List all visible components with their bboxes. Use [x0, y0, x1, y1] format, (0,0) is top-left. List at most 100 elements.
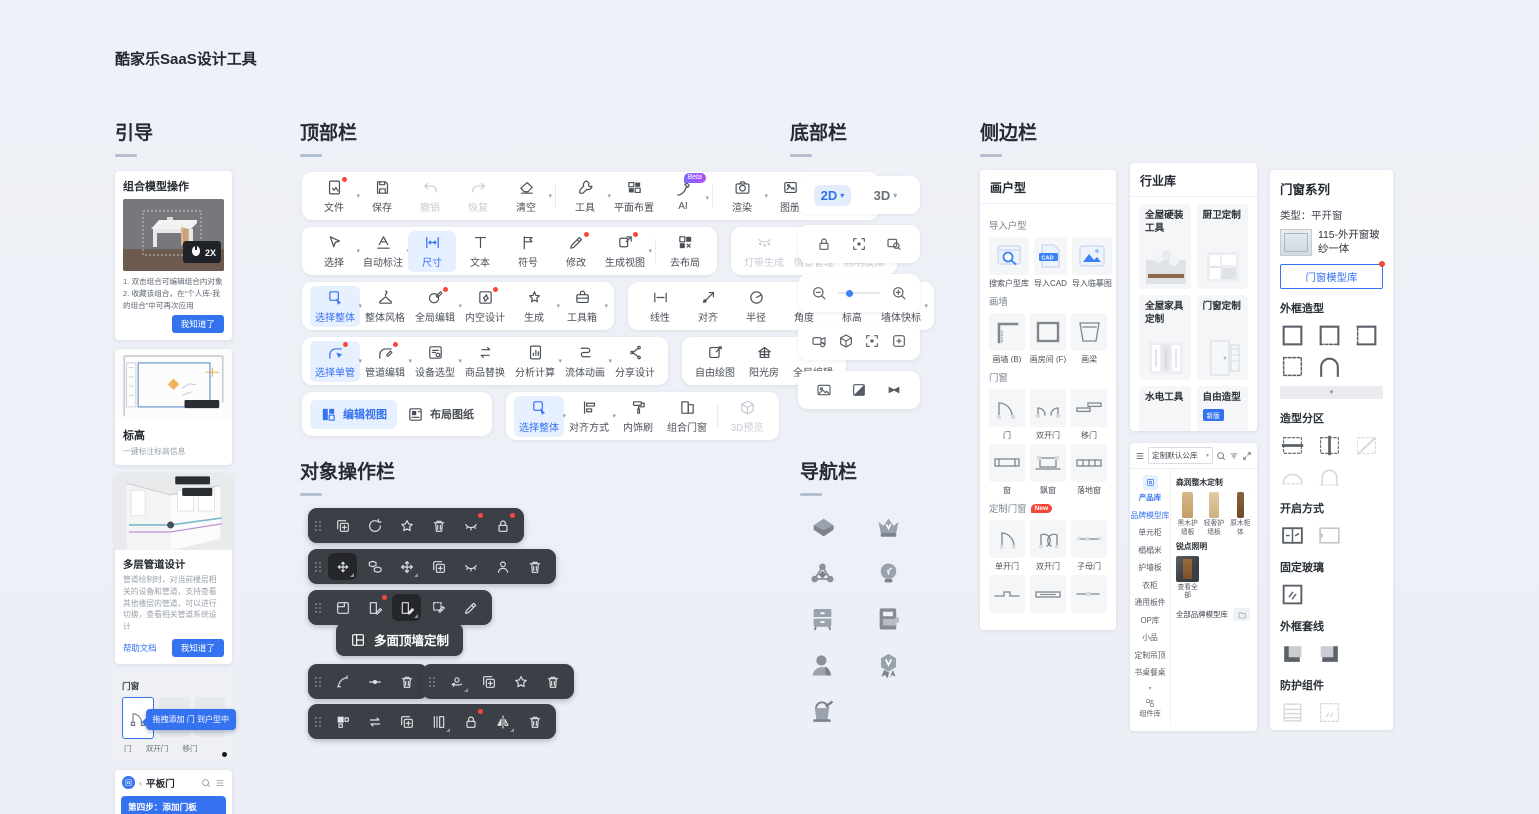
d-arc-shape-option[interactable]	[1280, 464, 1305, 489]
view-mode-2d[interactable]: 2D▾	[814, 185, 852, 206]
f-arch-shape-option[interactable]	[1317, 354, 1342, 379]
library-item[interactable]: 原木柜体	[1229, 492, 1252, 538]
f-solid-shape-option[interactable]	[1280, 323, 1305, 348]
copyplus-button[interactable]	[328, 512, 357, 539]
drag-handle-icon[interactable]	[315, 562, 321, 572]
tile-beam[interactable]: 画梁	[1071, 313, 1107, 363]
delayout-button[interactable]: 去布局	[661, 231, 709, 272]
expand-icon[interactable]	[1242, 451, 1252, 461]
ai-button[interactable]: BetaAI▾	[659, 178, 707, 215]
product-library-tab[interactable]: 产品库	[1139, 475, 1161, 503]
vip-crown-icon[interactable]	[873, 512, 904, 543]
symbol-button[interactable]: 符号	[504, 231, 552, 272]
camera-button[interactable]: 渲染▾	[718, 176, 766, 217]
cubegroup-button[interactable]	[360, 553, 389, 580]
all-brand-models-row[interactable]: 全部品牌模型库	[1176, 608, 1252, 621]
camgear-icon[interactable]	[811, 333, 827, 349]
pencil-button[interactable]	[456, 594, 485, 621]
industry-card[interactable]: 水电工具	[1139, 386, 1191, 431]
library-category[interactable]: 衣柜	[1142, 580, 1158, 591]
freedraw-button[interactable]: 自由绘图	[690, 341, 740, 382]
vip-medal-icon[interactable]	[873, 650, 904, 681]
doorframe-button[interactable]	[328, 594, 357, 621]
drag-handle-icon[interactable]	[315, 717, 321, 727]
industry-card[interactable]: 全屋硬装工具	[1139, 204, 1191, 289]
menu-icon[interactable]	[1135, 451, 1145, 461]
p-rail-shape-option[interactable]	[1280, 700, 1305, 725]
redo-button[interactable]: 恢复	[454, 176, 502, 217]
d-v-shape-option[interactable]	[1317, 433, 1342, 458]
dooredit-button[interactable]	[360, 594, 389, 621]
trash-button[interactable]	[520, 708, 549, 735]
objectrotate-button[interactable]	[442, 668, 471, 695]
frameedit-button[interactable]	[424, 594, 453, 621]
tile-trace[interactable]: 导入临摹图	[1072, 237, 1112, 287]
lamp-button[interactable]: 灯带生成	[739, 231, 789, 272]
moverotate-button[interactable]	[328, 553, 357, 580]
tile-window[interactable]: 窗	[989, 444, 1025, 494]
dimension-button[interactable]: 尺寸	[408, 231, 456, 272]
contrast-icon[interactable]	[851, 382, 867, 398]
drag-handle-icon[interactable]	[315, 521, 321, 531]
zoomout-icon[interactable]	[811, 285, 827, 301]
tile-wall[interactable]: 画墙 (B)	[989, 313, 1025, 363]
f-dashb-shape-option[interactable]	[1317, 323, 1342, 348]
library-category[interactable]: OP库	[1140, 615, 1159, 626]
expand-more-button[interactable]: ▼	[1280, 386, 1383, 399]
viewsearch-icon[interactable]	[886, 236, 902, 252]
fluid-button[interactable]: 流体动画▾	[560, 341, 610, 382]
autonote-button[interactable]: 自动标注▾	[358, 231, 408, 272]
pencil-button[interactable]: 修改	[552, 231, 600, 272]
viewgen-button[interactable]: 生成视图▾	[600, 231, 650, 272]
sunroom-button[interactable]: 阳光房	[740, 341, 788, 382]
zoomin-icon[interactable]	[891, 285, 907, 301]
industry-card[interactable]: 门窗定制	[1197, 295, 1249, 380]
cabinet-icon[interactable]	[807, 604, 838, 635]
search-icon[interactable]	[201, 778, 211, 788]
eyeoff-button[interactable]	[456, 553, 485, 580]
radius-button[interactable]: 半径	[732, 286, 780, 327]
tile-doubledoor[interactable]: 双开门	[1030, 389, 1066, 439]
window-library-button[interactable]: 门窗模型库	[1280, 264, 1383, 289]
tile-floorwindow[interactable]: 落地窗	[1071, 444, 1107, 494]
cube-icon[interactable]	[838, 333, 854, 349]
trash-button[interactable]	[424, 512, 453, 539]
panellist-button[interactable]	[424, 708, 453, 735]
layout-button[interactable]: 平面布置	[609, 176, 659, 217]
panel-layout-icon[interactable]	[873, 604, 904, 635]
d-h-shape-option[interactable]	[1280, 433, 1305, 458]
p-grille-shape-option[interactable]	[1317, 700, 1342, 725]
library-category[interactable]: 小品	[1142, 632, 1158, 643]
tile-room[interactable]: 画房间 (F)	[1030, 313, 1066, 363]
tile-cad[interactable]: CAD导入CAD	[1034, 237, 1067, 287]
lock-icon[interactable]	[816, 236, 832, 252]
copyplus-button[interactable]	[392, 708, 421, 735]
t-left-shape-option[interactable]	[1280, 641, 1305, 666]
got-it-button[interactable]: 我知道了	[172, 639, 224, 657]
library-item[interactable]: 查看全部	[1176, 556, 1199, 602]
linear-button[interactable]: 线性	[636, 286, 684, 327]
plusbox-icon[interactable]	[891, 333, 907, 349]
alignmode-button[interactable]: 对齐方式▾	[564, 396, 614, 437]
wrench-button[interactable]: 工具▾	[561, 176, 609, 217]
got-it-button[interactable]: 我知道了	[172, 315, 224, 333]
blueprint-button[interactable]: 布局图纸	[397, 400, 484, 429]
industry-card[interactable]: 全屋家具定制	[1139, 295, 1191, 380]
move-button[interactable]	[392, 553, 421, 580]
library-category[interactable]: 定制吊顶	[1134, 650, 1165, 661]
more-categories-icon[interactable]: ▾	[1148, 685, 1151, 692]
star-button[interactable]	[392, 512, 421, 539]
copyplus-button[interactable]	[474, 668, 503, 695]
library-category[interactable]: 单元柜	[1138, 527, 1161, 538]
image-icon[interactable]	[816, 382, 832, 398]
selectall-button[interactable]: 选择整体▾	[514, 396, 564, 437]
library-category[interactable]: 通用板件	[1134, 597, 1165, 608]
bowtie-icon[interactable]	[886, 382, 902, 398]
brush-button[interactable]: 内饰刷	[614, 396, 662, 437]
library-category[interactable]: 品牌模型库	[1131, 510, 1170, 521]
t-right-shape-option[interactable]	[1317, 641, 1342, 666]
undo-button[interactable]: 撤销	[406, 176, 454, 217]
window-model-row[interactable]: 115-外开窗玻纱一体	[1280, 229, 1383, 257]
drag-handle-icon[interactable]	[429, 677, 435, 687]
d-diag-shape-option[interactable]	[1354, 433, 1379, 458]
